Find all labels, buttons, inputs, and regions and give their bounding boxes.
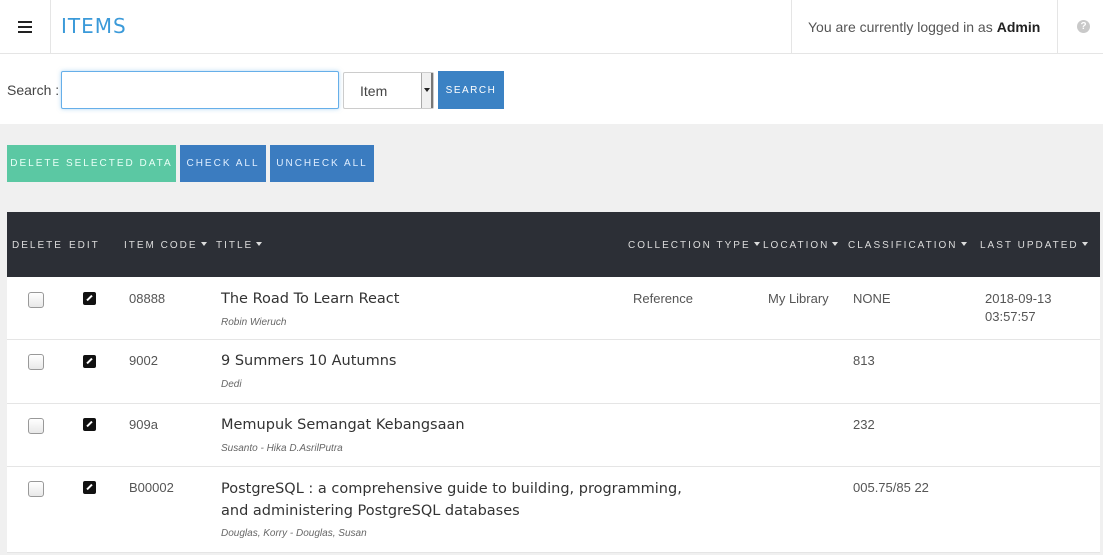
classification: NONE <box>853 291 891 306</box>
edit-icon[interactable] <box>83 481 96 494</box>
menu-toggle-button[interactable] <box>0 0 51 53</box>
hamburger-icon <box>18 20 32 33</box>
login-status: You are currently logged in as Admin <box>791 0 1058 53</box>
edit-icon[interactable] <box>83 292 96 305</box>
item-code: 08888 <box>129 291 166 306</box>
column-header-classification-label: CLASSIFICATION <box>848 240 958 251</box>
help-icon[interactable]: ? <box>1077 20 1090 33</box>
classification: 005.75/85 22 <box>853 480 929 495</box>
item-author: Robin Wieruch <box>221 317 287 328</box>
row-select-checkbox[interactable] <box>28 481 44 497</box>
column-header-delete: DELETE <box>12 240 63 251</box>
item-title-link[interactable]: PostgreSQL : a comprehensive guide to bu… <box>221 478 682 522</box>
column-header-last-updated-label: LAST UPDATED <box>980 240 1079 251</box>
search-field-selected: Item <box>360 83 388 99</box>
sort-caret-icon <box>256 242 263 247</box>
classification: 813 <box>853 353 875 368</box>
column-header-title[interactable]: TITLE <box>216 240 263 251</box>
chevron-down-icon[interactable] <box>421 73 433 108</box>
table-row: 909a Memupuk Semangat Kebangsaan Susanto… <box>7 404 1100 467</box>
sort-caret-icon <box>960 242 967 247</box>
table-header: DELETE EDIT ITEM CODE TITLE COLLECTION T… <box>7 212 1100 277</box>
row-select-checkbox[interactable] <box>28 418 44 434</box>
uncheck-all-button[interactable]: UNCHECK ALL <box>270 145 374 182</box>
last-updated-date: 2018-09-13 <box>985 291 1052 306</box>
item-author: Dedi <box>221 379 242 390</box>
search-field-select[interactable]: Item <box>343 72 434 109</box>
item-code: B00002 <box>129 480 174 495</box>
column-header-collection-type-label: COLLECTION TYPE <box>628 240 751 251</box>
classification: 232 <box>853 417 875 432</box>
edit-icon[interactable] <box>83 418 96 431</box>
item-code: 9002 <box>129 353 158 368</box>
row-select-checkbox[interactable] <box>28 354 44 370</box>
current-user-name: Admin <box>996 18 1041 35</box>
search-bar: Search : Item SEARCH <box>0 54 1103 124</box>
column-header-item-code[interactable]: ITEM CODE <box>124 240 207 251</box>
row-select-checkbox[interactable] <box>28 292 44 308</box>
collection-type: Reference <box>633 291 693 306</box>
items-table: DELETE EDIT ITEM CODE TITLE COLLECTION T… <box>7 212 1100 553</box>
column-header-title-label: TITLE <box>216 240 254 251</box>
item-title-link[interactable]: 9 Summers 10 Autumns <box>221 350 396 372</box>
table-row: 9002 9 Summers 10 Autumns Dedi 813 <box>7 340 1100 404</box>
item-author: Susanto - Hika D.AsrilPutra <box>221 443 343 454</box>
item-title-line: PostgreSQL : a comprehensive guide to bu… <box>221 481 682 497</box>
sort-caret-icon <box>832 242 839 247</box>
column-header-classification[interactable]: CLASSIFICATION <box>848 240 967 251</box>
column-header-item-code-label: ITEM CODE <box>124 240 198 251</box>
search-label: Search : <box>7 82 60 98</box>
table-row: 08888 The Road To Learn React Robin Wier… <box>7 277 1100 340</box>
column-header-collection-type[interactable]: COLLECTION TYPE <box>628 240 760 251</box>
table-body: 08888 The Road To Learn React Robin Wier… <box>7 277 1100 553</box>
sort-caret-icon <box>1081 242 1088 247</box>
edit-icon[interactable] <box>83 355 96 368</box>
column-header-last-updated[interactable]: LAST UPDATED <box>980 240 1088 251</box>
last-updated-time: 03:57:57 <box>985 309 1036 324</box>
top-bar: ITEMS You are currently logged in as Adm… <box>0 0 1103 54</box>
item-title-line: and administering PostgreSQL databases <box>221 503 520 519</box>
column-header-edit: EDIT <box>69 240 100 251</box>
sort-caret-icon <box>753 242 760 247</box>
item-title-link[interactable]: The Road To Learn React <box>221 288 399 310</box>
search-button[interactable]: SEARCH <box>438 71 504 109</box>
column-header-location-label: LOCATION <box>763 240 830 251</box>
page-title: ITEMS <box>61 14 127 38</box>
item-author: Douglas, Korry - Douglas, Susan <box>221 528 367 539</box>
location: My Library <box>768 291 829 306</box>
check-all-button[interactable]: CHECK ALL <box>180 145 266 182</box>
table-row: B00002 PostgreSQL : a comprehensive guid… <box>7 467 1100 553</box>
column-header-location[interactable]: LOCATION <box>763 240 839 251</box>
login-status-text: You are currently logged in as <box>808 18 993 35</box>
item-code: 909a <box>129 417 158 432</box>
sort-caret-icon <box>200 242 207 247</box>
search-input[interactable] <box>61 71 339 109</box>
item-title-link[interactable]: Memupuk Semangat Kebangsaan <box>221 414 465 436</box>
delete-selected-button[interactable]: DELETE SELECTED DATA <box>7 145 176 182</box>
